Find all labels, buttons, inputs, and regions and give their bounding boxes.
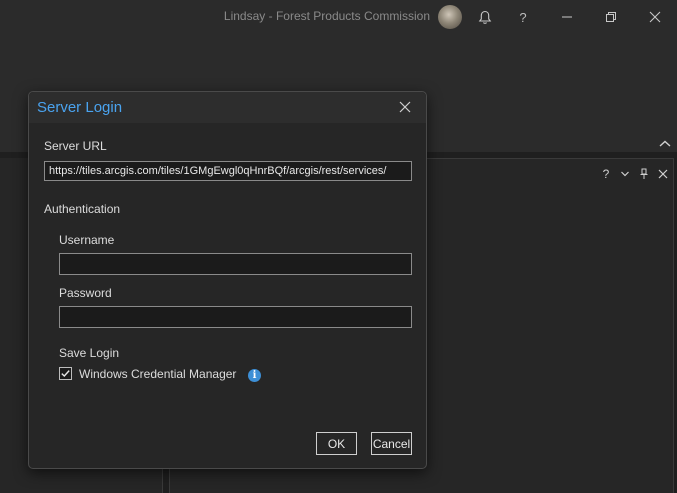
arcgis-pro-window: Lindsay - Forest Products Commission ? ?… xyxy=(0,0,677,493)
minimize-icon xyxy=(562,16,572,18)
pane-toolbar: ? xyxy=(598,166,671,182)
user-avatar-icon[interactable] xyxy=(438,5,462,29)
dialog-title: Server Login xyxy=(37,99,123,116)
help-label: ? xyxy=(519,9,527,25)
minimize-button[interactable] xyxy=(555,5,579,29)
dialog-header: Server Login xyxy=(29,92,426,123)
pane-pin-button[interactable] xyxy=(636,166,652,182)
pane-menu-button[interactable] xyxy=(617,166,633,182)
collapse-ribbon-button[interactable] xyxy=(658,137,672,149)
cancel-button[interactable]: Cancel xyxy=(371,432,412,455)
signed-in-user-label[interactable]: Lindsay - Forest Products Commission xyxy=(224,9,430,23)
chevron-up-icon xyxy=(659,140,671,147)
info-icon[interactable]: i xyxy=(248,369,261,382)
save-login-label: Save Login xyxy=(59,346,120,360)
dialog-close-button[interactable] xyxy=(398,100,412,114)
title-bar: Lindsay - Forest Products Commission ? xyxy=(0,0,677,34)
bell-icon xyxy=(478,10,492,24)
help-button[interactable]: ? xyxy=(511,5,535,29)
close-icon xyxy=(649,11,661,23)
credential-manager-checkbox[interactable] xyxy=(59,367,72,380)
pin-icon xyxy=(640,168,648,179)
notifications-button[interactable] xyxy=(473,5,497,29)
server-url-label: Server URL xyxy=(44,139,107,153)
close-icon xyxy=(399,101,411,113)
username-label: Username xyxy=(59,233,115,247)
ok-button[interactable]: OK xyxy=(316,432,357,455)
credential-manager-label[interactable]: Windows Credential Manager xyxy=(79,367,236,381)
checkmark-icon xyxy=(61,370,70,378)
password-label: Password xyxy=(59,286,112,300)
password-field[interactable] xyxy=(59,306,412,328)
username-field[interactable] xyxy=(59,253,412,275)
pane-help-button[interactable]: ? xyxy=(598,166,614,182)
chevron-down-icon xyxy=(621,171,629,177)
restore-button[interactable] xyxy=(599,5,623,29)
server-login-dialog: Server Login Server URL https://tiles.ar… xyxy=(28,91,427,469)
restore-icon xyxy=(606,12,616,22)
info-glyph: i xyxy=(252,370,257,381)
pane-close-button[interactable] xyxy=(655,166,671,182)
authentication-label: Authentication xyxy=(44,202,121,216)
server-url-field[interactable]: https://tiles.arcgis.com/tiles/1GMgEwgl0… xyxy=(44,161,412,181)
close-icon xyxy=(658,169,668,179)
window-close-button[interactable] xyxy=(643,5,667,29)
